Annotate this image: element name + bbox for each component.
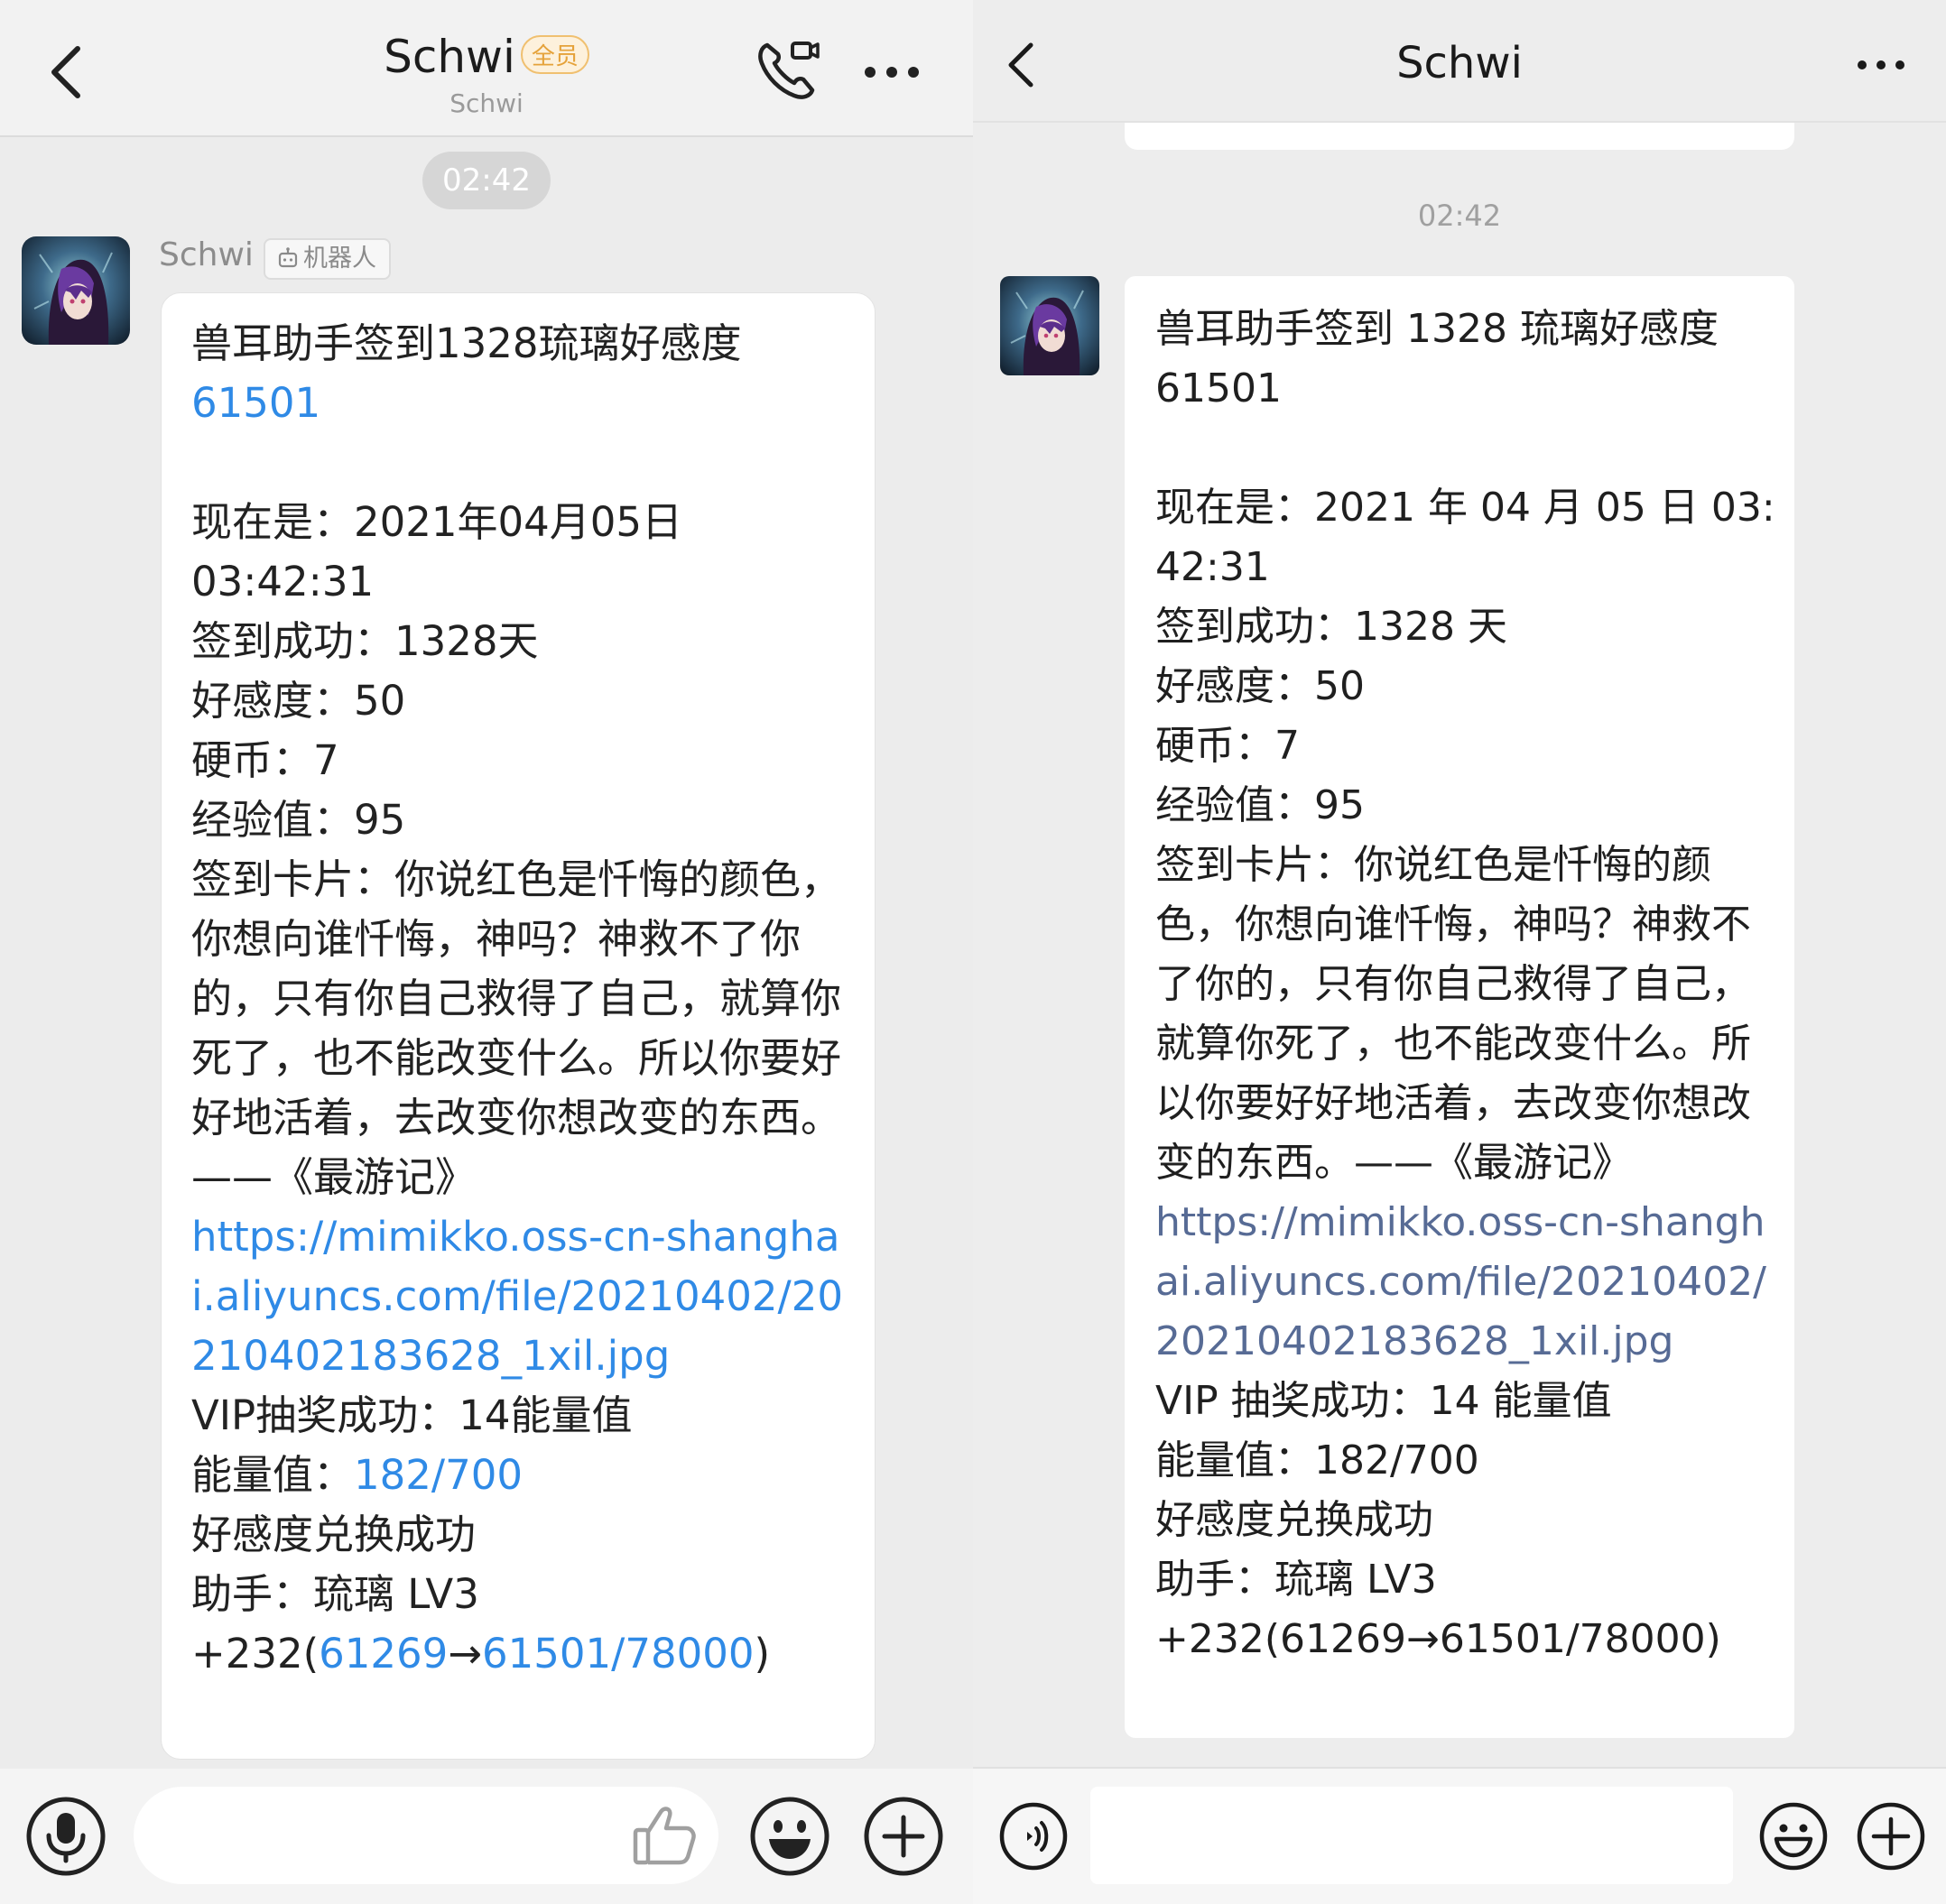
message-text: 兽耳助手签到 1328 琉璃好感度 61501 现在是：2021 年 04 月 … [1155,300,1778,1669]
msg-text: VIP 抽奖成功：14 能量值 能量值：182/700 好感度兑换成功 助手：琉… [1155,1378,1721,1662]
chat-title: Schwi 全员 [0,31,973,83]
message-input[interactable] [1090,1787,1733,1884]
member-badge: 全员 [520,35,589,74]
chat-title-text: Schwi [384,31,515,83]
sender-name: Schwi [159,236,254,273]
timestamp: 02:42 [422,152,551,209]
plus-icon[interactable] [1856,1801,1926,1872]
chat-subtitle: Schwi [449,88,524,118]
msg-text: 现在是：2021年04月05日 03:42:31 签到成功：1328天 好感度：… [191,498,842,1201]
msg-number-link[interactable]: 182/700 [354,1451,523,1499]
chat-title: Schwi [1396,38,1523,88]
image-url-link[interactable]: https://mimikko.oss-cn-shanghai.aliyuncs… [1155,1199,1766,1364]
bot-tag: 机器人 [264,238,391,280]
avatar[interactable] [1000,276,1099,375]
msg-number-link[interactable]: 61501 [191,379,320,427]
more-icon[interactable] [1856,58,1906,72]
voice-icon[interactable] [25,1796,107,1877]
qq-chat-screen: Schwi 全员 Schwi 02:42 Schwi 机器人 兽耳助手签到132… [0,0,973,1904]
msg-text: ) [754,1630,771,1678]
msg-text: 兽耳助手签到 1328 琉璃好感度 61501 现在是：2021 年 04 月 … [1155,306,1775,1186]
voice-icon[interactable] [998,1801,1069,1872]
msg-text: → [448,1630,483,1678]
image-url-link[interactable]: https://mimikko.oss-cn-shanghai.aliyuncs… [191,1213,843,1380]
msg-text: 兽耳助手签到1328琉璃好感度 [191,319,742,367]
timestamp: 02:42 [1417,199,1502,233]
msg-number-link[interactable]: 61501/78000 [482,1630,754,1678]
bot-tag-label: 机器人 [303,245,376,273]
emoji-icon[interactable] [1758,1801,1829,1872]
message-text: 兽耳助手签到1328琉璃好感度 61501 现在是：2021年04月05日 03… [191,314,850,1684]
thumbs-up-icon[interactable] [630,1801,699,1870]
plus-icon[interactable] [863,1796,944,1877]
avatar[interactable] [22,236,130,345]
video-call-icon[interactable] [753,36,821,105]
more-icon[interactable] [863,63,921,81]
msg-number-link[interactable]: 61269 [319,1630,448,1678]
robot-icon [276,246,300,270]
emoji-icon[interactable] [749,1796,830,1877]
wechat-chat-screen: Schwi 02:42 兽耳助手签到 1328 琉璃好感度 61501 现在是：… [973,0,1946,1904]
